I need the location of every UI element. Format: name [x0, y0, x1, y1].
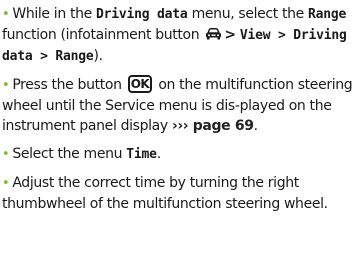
instruction-step-4: • Adjust the correct time by turning the …: [2, 173, 354, 214]
car-infotainment-icon: [206, 28, 222, 40]
bullet-point: •: [2, 78, 10, 93]
step-text: .: [156, 146, 161, 162]
step-text: Adjust the correct time by turning the r…: [2, 175, 328, 212]
bullet-point: •: [2, 147, 10, 162]
function-name: Range: [308, 7, 347, 22]
instruction-step-3: • Select the menu Time.: [2, 144, 354, 165]
bullet-point: •: [2, 176, 10, 191]
instruction-step-1: • While in the Driving data menu, select …: [2, 4, 354, 67]
step-text: Press the button: [12, 77, 126, 93]
menu-separator: >: [224, 27, 236, 43]
bullet-point: •: [2, 7, 10, 22]
step-text: function (infotainment button: [2, 27, 204, 43]
menu-name: Time: [126, 147, 157, 162]
step-text: menu, select the: [187, 6, 309, 22]
ok-button-key: OK: [127, 75, 153, 93]
instruction-step-2: • Press the button OK on the multifunctio…: [2, 75, 354, 136]
page-reference-link[interactable]: ››› page 69: [172, 118, 254, 134]
instruction-list: • While in the Driving data menu, select …: [2, 4, 354, 222]
step-text: Select the menu: [12, 146, 127, 162]
step-text: ).: [93, 48, 104, 64]
step-text: .: [253, 118, 258, 134]
menu-name: Driving data: [95, 7, 188, 22]
step-text: While in the: [12, 6, 96, 22]
